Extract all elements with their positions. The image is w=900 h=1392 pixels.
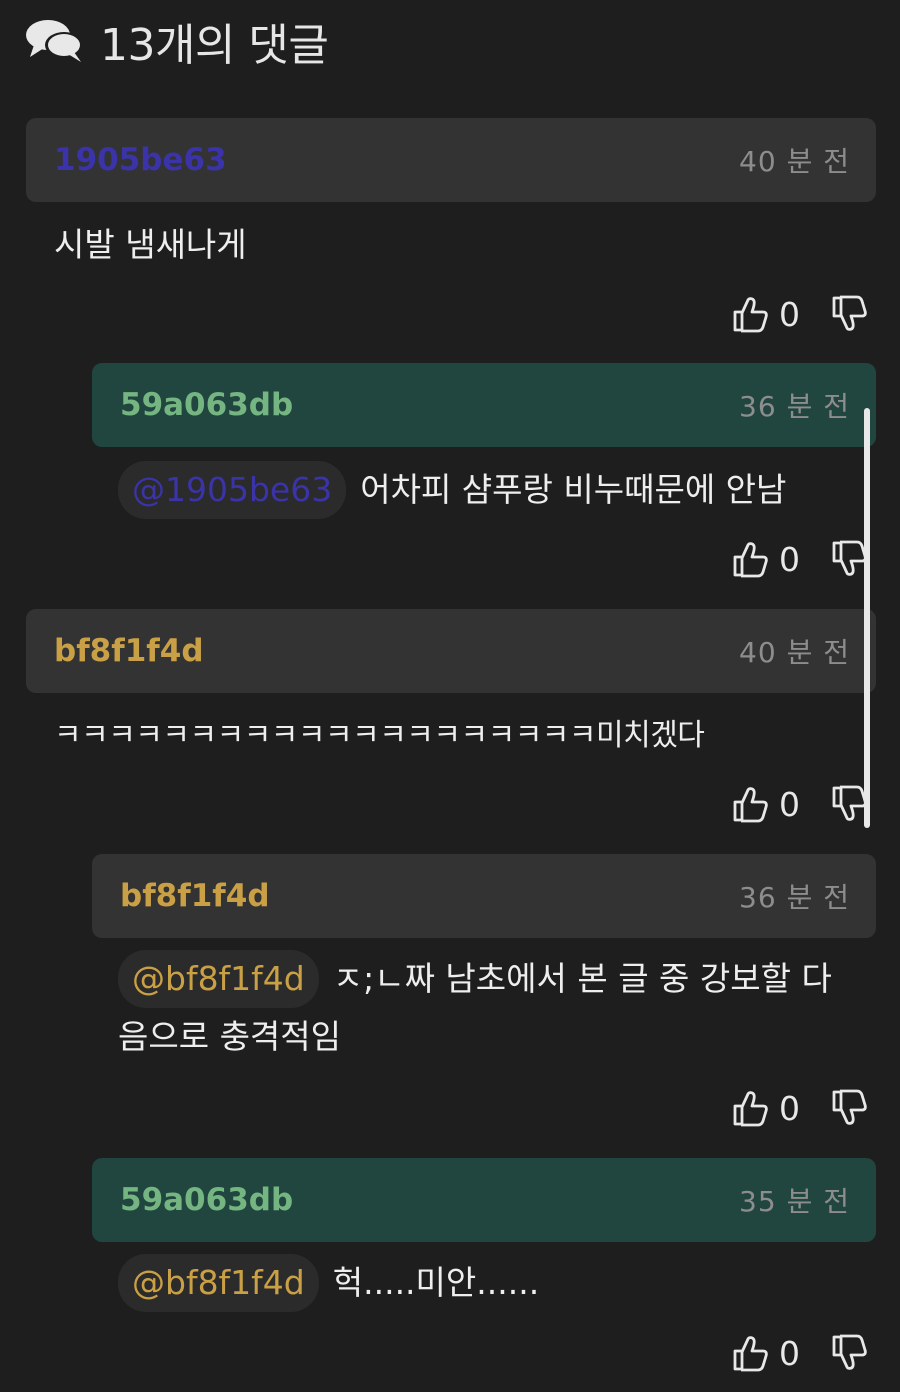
- thumb-up-icon: [731, 784, 771, 824]
- comment-author[interactable]: bf8f1f4d: [54, 633, 204, 669]
- mention-tag[interactable]: @bf8f1f4d: [118, 1254, 319, 1312]
- mention-tag[interactable]: @1905be63: [118, 461, 347, 519]
- comment-author[interactable]: 59a063db: [120, 387, 293, 423]
- reply-comment: 59a063db 35 분 전 @bf8f1f4d 헉.....미안......: [92, 1158, 876, 1312]
- downvote-button[interactable]: [830, 294, 870, 334]
- comment-time: 36 분 전: [739, 390, 850, 423]
- comment-author[interactable]: bf8f1f4d: [120, 878, 270, 914]
- comment: bf8f1f4d 40 분 전 ㅋㅋㅋㅋㅋㅋㅋㅋㅋㅋㅋㅋㅋㅋㅋㅋㅋㅋㅋㅋ미치겠다: [26, 609, 876, 765]
- comments-header: 13개의 댓글: [24, 14, 329, 71]
- comment-header: 59a063db 36 분 전: [92, 363, 876, 447]
- comment-header: 59a063db 35 분 전: [92, 1158, 876, 1242]
- comment-text: 시발 냄새나게: [54, 225, 247, 264]
- comment-body: @bf8f1f4d 헉.....미안......: [92, 1254, 876, 1312]
- upvote-count: 0: [779, 294, 800, 334]
- thumb-up-icon: [731, 539, 771, 579]
- vote-bar: 0: [731, 294, 870, 334]
- thumb-down-icon: [830, 294, 870, 334]
- comment-body: @1905be63 어차피 샴푸랑 비누때문에 안남: [92, 461, 876, 519]
- upvote-button[interactable]: 0: [731, 1088, 800, 1128]
- downvote-button[interactable]: [830, 1333, 870, 1373]
- upvote-button[interactable]: 0: [731, 1333, 800, 1373]
- thumb-down-icon: [830, 1088, 870, 1128]
- comment-header: bf8f1f4d 36 분 전: [92, 854, 876, 938]
- vote-bar: 0: [731, 1333, 870, 1373]
- comment-time: 40 분 전: [739, 145, 850, 178]
- reply-comment: 59a063db 36 분 전 @1905be63 어차피 샴푸랑 비누때문에 안…: [92, 363, 876, 519]
- upvote-count: 0: [779, 1333, 800, 1373]
- vote-bar: 0: [731, 1088, 870, 1128]
- comment-body: @bf8f1f4d ㅈ;ㄴ짜 남초에서 본 글 중 강보할 다 음으로 충격적임: [92, 950, 876, 1066]
- comment-header: 1905be63 40 분 전: [26, 118, 876, 202]
- reply-comment: bf8f1f4d 36 분 전 @bf8f1f4d ㅈ;ㄴ짜 남초에서 본 글 중…: [92, 854, 876, 1066]
- comment-time: 35 분 전: [739, 1185, 850, 1218]
- comment-text-continued: 음으로 충격적임: [118, 1017, 342, 1056]
- upvote-count: 0: [779, 539, 800, 579]
- thumb-up-icon: [731, 294, 771, 334]
- thumb-up-icon: [731, 1088, 771, 1128]
- comment-text: 어차피 샴푸랑 비누때문에 안남: [360, 470, 787, 509]
- thumb-down-icon: [830, 1333, 870, 1373]
- comment: 1905be63 40 분 전 시발 냄새나게: [26, 118, 876, 274]
- upvote-button[interactable]: 0: [731, 294, 800, 334]
- comment-text: 헉.....미안......: [332, 1263, 540, 1302]
- vote-bar: 0: [731, 539, 870, 579]
- upvote-button[interactable]: 0: [731, 784, 800, 824]
- comment-time: 40 분 전: [739, 636, 850, 669]
- comment-author[interactable]: 59a063db: [120, 1182, 293, 1218]
- vote-bar: 0: [731, 784, 870, 824]
- comment-header: bf8f1f4d 40 분 전: [26, 609, 876, 693]
- comments-count-title: 13개의 댓글: [100, 20, 329, 71]
- comments-icon: [26, 20, 83, 62]
- comment-text: ㅈ;ㄴ짜 남초에서 본 글 중 강보할 다: [332, 959, 832, 998]
- scrollbar[interactable]: [864, 408, 870, 828]
- downvote-button[interactable]: [830, 1088, 870, 1128]
- mention-tag[interactable]: @bf8f1f4d: [118, 950, 319, 1008]
- upvote-count: 0: [779, 1088, 800, 1128]
- upvote-count: 0: [779, 784, 800, 824]
- thumb-up-icon: [731, 1333, 771, 1373]
- comment-time: 36 분 전: [739, 881, 850, 914]
- upvote-button[interactable]: 0: [731, 539, 800, 579]
- comment-text: ㅋㅋㅋㅋㅋㅋㅋㅋㅋㅋㅋㅋㅋㅋㅋㅋㅋㅋㅋㅋ미치겠다: [54, 718, 705, 753]
- comment-author[interactable]: 1905be63: [54, 142, 227, 178]
